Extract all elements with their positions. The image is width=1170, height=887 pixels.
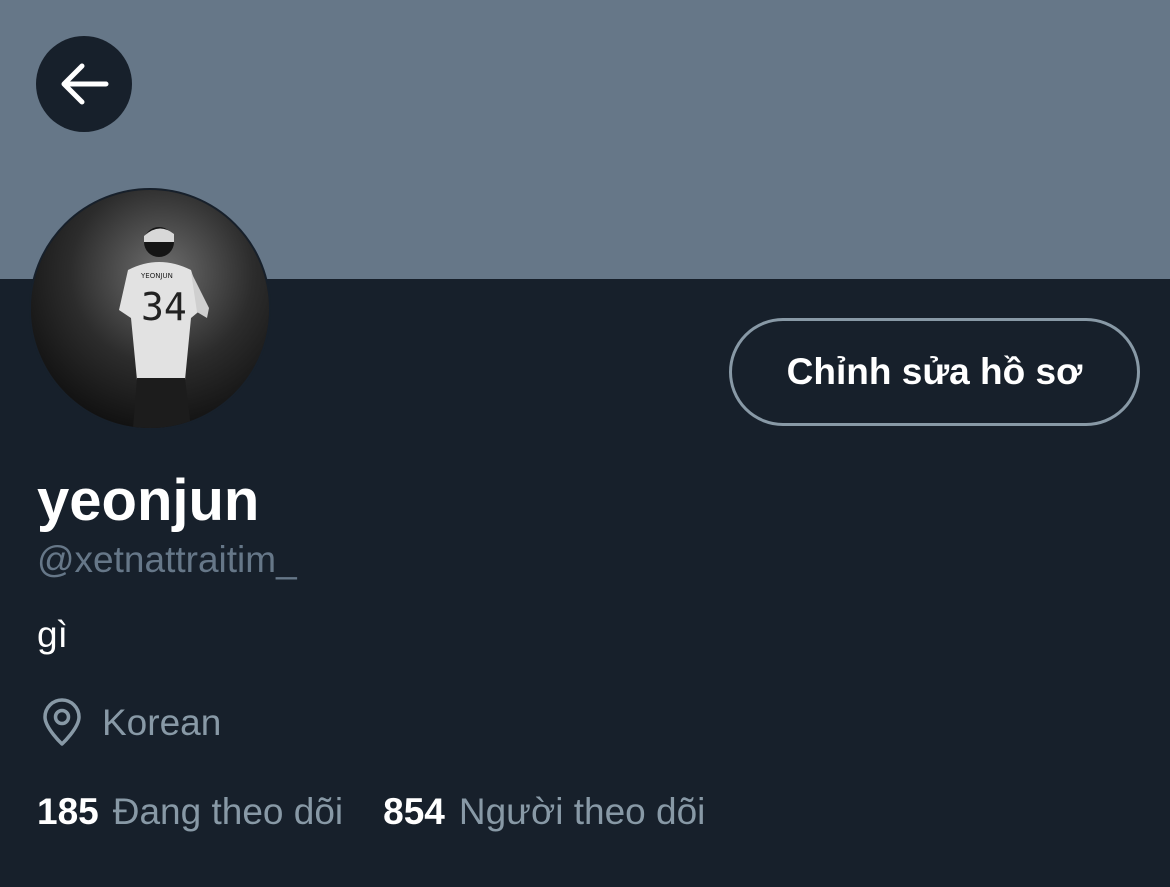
follow-stats: 185 Đang theo dõi 854 Người theo dõi	[37, 786, 705, 838]
followers-count: 854	[383, 791, 445, 832]
avatar[interactable]: YEONJUN 34	[29, 188, 271, 430]
following-label: Đang theo dõi	[112, 791, 344, 832]
user-handle: @xetnattraitim_	[37, 539, 297, 580]
location-pin-icon	[40, 698, 84, 748]
jersey-number-text: 34	[141, 285, 187, 329]
profile-location: Korean	[40, 697, 221, 749]
profile-bio: gì	[37, 614, 68, 655]
avatar-photo: YEONJUN 34	[31, 190, 269, 428]
arrow-left-icon	[61, 63, 109, 105]
back-button[interactable]	[36, 36, 132, 132]
following-stat[interactable]: 185 Đang theo dõi	[37, 786, 343, 838]
display-name: yeonjun	[37, 468, 260, 533]
following-count: 185	[37, 791, 99, 832]
followers-stat[interactable]: 854 Người theo dõi	[383, 786, 705, 838]
edit-profile-button[interactable]: Chỉnh sửa hồ sơ	[729, 318, 1140, 426]
jersey-name-text: YEONJUN	[140, 272, 173, 280]
followers-label: Người theo dõi	[458, 791, 706, 832]
location-text: Korean	[102, 702, 222, 743]
